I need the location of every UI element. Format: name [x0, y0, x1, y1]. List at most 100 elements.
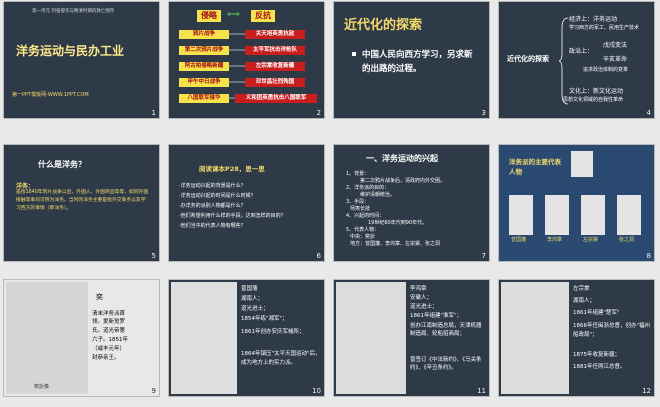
bio-line-4: 1854年练"湘军"；: [241, 316, 288, 322]
slide-number: 10: [312, 387, 321, 395]
bio-line-1: 曾国藩: [241, 286, 258, 292]
line-5: 3、手段：: [346, 199, 370, 205]
line-9: 5、代表人物：: [346, 227, 380, 233]
line-1: 1、背景：: [346, 171, 370, 177]
slide-title: 一、洋务运动的兴起: [366, 154, 438, 163]
resist-row-1: 关天培英勇抗敌: [245, 30, 305, 39]
slide-thumbnail-9[interactable]: 奕訢像 奕 清末洋务派首 领。爱新觉罗 氏。道光帝第 六子。1851年 （咸丰元…: [4, 280, 159, 396]
politics-label: 政治上：: [569, 48, 594, 55]
label-resist: 反抗: [251, 10, 275, 22]
culture-label: 文化上：新文化运动: [569, 88, 624, 95]
arrow-icon: ⟺: [227, 10, 240, 20]
resist-row-4: 邓世昌壮烈殉国: [245, 78, 305, 87]
slide-sorter-grid: 第一单元 列强侵华与晚清时期的救亡图存 洋务运动与民办工业 第一PPT模板网-W…: [0, 0, 660, 407]
slide-thumbnail-8[interactable]: 洋务派的主要代表人物 曾国藩 李鸿章 左宗棠 张之洞 8: [499, 145, 654, 261]
slide-title: 洋务派的主要代表人物: [509, 158, 561, 176]
bio-line-5: 1875年收复新疆；: [573, 352, 620, 358]
line-3: 2、洋务派的目的：: [346, 185, 390, 191]
invade-row-3: 阿古柏侵略新疆: [179, 62, 229, 71]
line-6: 师夷长技: [350, 206, 371, 212]
bio-line-4: 1866年任闽浙总督，创办"福州船政局"；: [573, 323, 651, 338]
slide-thumbnail-6[interactable]: 阅读课本P28，思一思 ·洋务运动兴起的背景是什么？ ·洋务运动兴起的时间是什么…: [169, 145, 324, 261]
term-definition: 是指1840年鸦片战争以后，外国人、外国商品等等，如同外国接触等事均可称为洋务。…: [16, 190, 149, 211]
bio-line-6: 1881年任两江总督。: [573, 364, 626, 370]
slide-thumbnail-1[interactable]: 第一单元 列强侵华与晚清时期的救亡图存 洋务运动与民办工业 第一PPT模板网-W…: [4, 2, 159, 118]
slide-thumbnail-7[interactable]: 一、洋务运动的兴起 1、背景： 第二次鸦片战争后，清政府内外交困。 2、洋务派的…: [334, 145, 489, 261]
slide-number: 7: [481, 252, 486, 260]
bio-line-2: 湖南人；: [573, 298, 596, 304]
bio-line-2: 湖南人；: [241, 296, 264, 302]
slide-thumbnail-12[interactable]: 左宗棠 湖南人； 1861年组建"楚军" 1866年任闽浙总督，创办"福州船政局…: [499, 280, 654, 396]
question-2: ·洋务运动兴起的时间是什么时候？: [179, 193, 256, 199]
bullet-icon: [352, 52, 356, 56]
slide-thumbnail-4[interactable]: 近代化的探索 经济上：洋务运动 学习西方的军工、民用生产技术 政治上： 戊戌变法…: [499, 2, 654, 118]
slide-thumbnail-3[interactable]: 近代化的探索 中国人民向西方学习，另求新的出路的过程。 3: [334, 2, 489, 118]
portrait-name: 张之洞: [619, 237, 635, 243]
line-8: 19世纪60年代到90年代。: [368, 220, 428, 226]
bio-line-3: 道光进士；: [410, 304, 438, 310]
slide-number: 8: [646, 252, 651, 260]
portrait-photo: [581, 195, 605, 235]
line-10: 中央：奕訢: [350, 234, 376, 240]
bio-line-1: 左宗棠: [573, 286, 590, 292]
economy-detail: 学习西方的军工、民用生产技术: [569, 25, 640, 31]
person-name: 奕: [96, 293, 103, 301]
slide-title: 近代化的探索: [344, 18, 423, 33]
bio-line-4: 六子。1851年: [92, 337, 128, 343]
question-1: ·洋务运动兴起的背景是什么？: [179, 183, 246, 189]
slide-number: 3: [481, 109, 486, 117]
bio-line-3: 1861年组建"楚军": [573, 310, 620, 316]
portrait-photo: [171, 282, 237, 394]
portrait-photo: [6, 282, 88, 394]
portrait-photo: [617, 195, 641, 235]
resist-row-2: 太平军抗击洋枪队: [245, 46, 305, 55]
politics-item-2: 辛亥革命: [603, 56, 628, 63]
photo-caption: 奕訢像: [34, 384, 50, 390]
slide-footer: 第一PPT模板网-WWW.1PPT.COM: [12, 92, 89, 98]
slide-title: 什么是洋务？: [38, 160, 86, 169]
bio-line-5: 创办江南制造总局，天津机器制造局、轮船招商局；: [410, 323, 482, 337]
bio-line-6: 封恭亲王。: [92, 355, 120, 361]
slide-thumbnail-10[interactable]: 曾国藩 湖南人； 道光进士； 1854年练"湘军"； 1861年创办安庆军械所；…: [169, 280, 324, 396]
mindmap-brace: [559, 17, 569, 105]
question-4: ·他们希望利用什么样的手段，达到怎样的目的？: [179, 213, 286, 219]
resist-row-5: 义和团英勇抗击八国联军: [235, 94, 317, 103]
label-invade: 侵略: [197, 10, 221, 22]
portrait-name: 左宗棠: [583, 237, 599, 243]
portrait-name: 曾国藩: [511, 237, 527, 243]
economy-label: 经济上：洋务运动: [569, 16, 618, 23]
invade-row-5: 八国联军侵华: [179, 94, 229, 103]
line-2: 第二次鸦片战争后，清政府内外交困。: [360, 178, 446, 184]
connector-lines: [229, 33, 245, 99]
slide-number: 1: [151, 109, 156, 117]
slide-thumbnail-2[interactable]: 侵略 ⟺ 反抗 鸦片战争 关天培英勇抗敌 第二次鸦片战争 太平军抗击洋枪队 阿古…: [169, 2, 324, 118]
invade-row-4: 甲午中日战争: [179, 78, 229, 87]
culture-detail: 思想文化领域的自我性革命: [563, 97, 624, 103]
line-4: 维护清朝统治。: [360, 192, 396, 198]
slide-title: 阅读课本P28，思一思: [199, 165, 265, 173]
bio-line-2: 领。爱新觉罗: [92, 319, 126, 325]
bio-line-4: 1861年组建"淮军"；: [410, 313, 463, 319]
slide-title: 洋务运动与民办工业: [16, 44, 125, 58]
bio-line-2: 安徽人；: [410, 295, 433, 301]
slide-number: 9: [151, 387, 156, 395]
portrait-photo: [509, 195, 533, 235]
bio-line-1: 李鸿章: [410, 286, 427, 292]
bio-line-1: 清末洋务派首: [92, 311, 126, 317]
slide-subtitle: 第一单元 列强侵华与晚清时期的救亡图存: [32, 9, 115, 14]
slide-number: 6: [316, 252, 321, 260]
bio-line-3: 氏。道光帝第: [92, 328, 126, 334]
line-7: 4、兴起的时间：: [346, 213, 385, 219]
invade-row-2: 第二次鸦片战争: [179, 46, 229, 55]
slide-number: 4: [646, 109, 651, 117]
slide-thumbnail-11[interactable]: 李鸿章 安徽人； 道光进士； 1861年组建"淮军"； 创办江南制造总局，天津机…: [334, 280, 489, 396]
politics-item-1: 戊戌变法: [603, 42, 628, 49]
portrait-photo: [501, 282, 569, 394]
bio-line-5: （咸丰元年）: [92, 346, 126, 352]
portrait-photo: [336, 282, 406, 394]
question-3: ·办洋务的派别人物都是什么？: [179, 203, 246, 209]
slide-number: 2: [316, 109, 321, 117]
line-11: 地方：曾国藩、李鸿章、左宗棠、张之洞: [350, 241, 441, 247]
portrait-photo: [545, 195, 569, 235]
slide-thumbnail-5[interactable]: 什么是洋务？ 洋务： 是指1840年鸦片战争以后，外国人、外国商品等等，如同外国…: [4, 145, 159, 261]
